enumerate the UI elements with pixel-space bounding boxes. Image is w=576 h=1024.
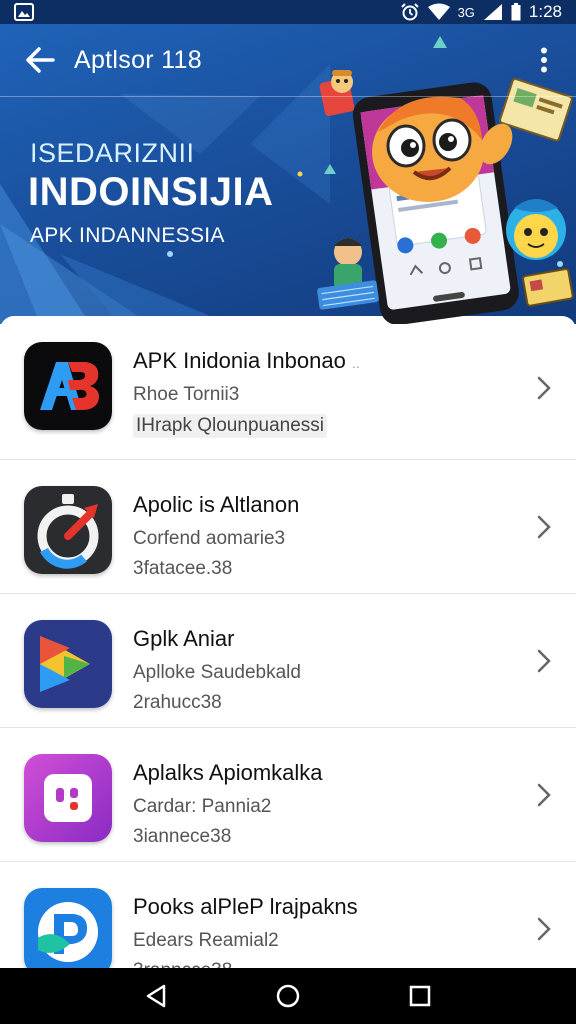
app-meta: 3fatacee.38 (133, 558, 233, 579)
app-subtitle: Aplloke Saudebkald (133, 662, 301, 683)
signal-label: 3G (457, 4, 475, 20)
cell-signal-icon (483, 3, 503, 21)
banner-supertitle: ISEDARIZNII (30, 138, 195, 168)
nav-home-button[interactable] (266, 974, 310, 1018)
app-title: Apolic is Altlanon (133, 492, 300, 517)
chevron-right-icon (537, 649, 551, 672)
app-title: Pooks alPleP lrajpakns (133, 894, 358, 919)
app-title: APK Inidonia Inbonao (133, 348, 346, 373)
app-meta: 2rahucc38 (133, 692, 222, 713)
status-time: 1:28 (528, 2, 562, 21)
app-subtitle: Rhoe Tornii3 (133, 384, 240, 405)
app-title: Gplk Aniar (133, 626, 235, 651)
toolbar-divider (0, 96, 576, 97)
square-recents-icon (409, 985, 431, 1007)
nav-back-button[interactable] (134, 974, 178, 1018)
banner-subtitle: APK INDANNESSIA (30, 224, 225, 247)
app-title: Aplalks Apiomkalka (133, 760, 323, 785)
arrow-left-icon (26, 47, 55, 73)
app-subtitle: Corfend aomarie3 (133, 528, 286, 549)
p-logo-icon (24, 888, 112, 968)
app-subtitle: Edears Reamial2 (133, 930, 279, 951)
toolbar-title: Aptlsor 118 (74, 45, 202, 74)
circle-home-icon (276, 984, 300, 1008)
back-button[interactable] (20, 40, 60, 80)
list-item[interactable]: APK Inidonia Inbonao .. Rhoe Tornii3 IHr… (0, 316, 576, 460)
nav-recents-button[interactable] (398, 974, 442, 1018)
gallery-notification-icon (14, 3, 34, 21)
dice-icon (24, 754, 112, 842)
list-item[interactable]: Pooks alPleP lrajpakns Edears Reamial2 3… (0, 862, 576, 968)
app-meta: 3iannece38 (133, 826, 232, 847)
app-tag: IHrapk Qlounpuanessi (133, 414, 327, 438)
more-vert-icon (541, 47, 547, 73)
chevron-right-icon (537, 515, 551, 538)
timer-icon (24, 486, 112, 574)
app-title-suffix: .. (351, 355, 360, 371)
app-list: APK Inidonia Inbonao .. Rhoe Tornii3 IHr… (0, 316, 576, 968)
app-subtitle: Cardar: Pannia2 (133, 796, 272, 817)
app-meta: 3ranncce38 (133, 960, 513, 968)
list-item[interactable]: Apolic is Altlanon Corfend aomarie3 3fat… (0, 460, 576, 594)
app-toolbar: Aptlsor 118 (0, 24, 576, 96)
chevron-right-icon (537, 376, 551, 399)
list-item[interactable]: Gplk Aniar Aplloke Saudebkald 2rahucc38 (0, 594, 576, 728)
play-triangle-icon (24, 620, 112, 708)
ab-logo-icon (24, 342, 112, 430)
wifi-icon (427, 3, 450, 21)
chevron-right-icon (537, 917, 551, 941)
list-item[interactable]: Aplalks Apiomkalka Cardar: Pannia2 3iann… (0, 728, 576, 862)
chevron-right-icon (537, 783, 551, 806)
banner-title: INDOINSIJIA (28, 170, 274, 214)
more-options-button[interactable] (526, 40, 562, 80)
status-bar: 3G 1:28 (0, 0, 576, 24)
triangle-back-icon (146, 984, 166, 1008)
alarm-icon (400, 2, 420, 22)
system-nav-bar (0, 968, 576, 1024)
battery-icon (511, 3, 521, 21)
